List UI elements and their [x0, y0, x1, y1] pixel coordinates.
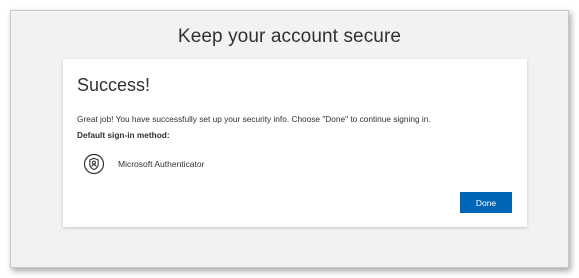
- authenticator-icon: [83, 153, 105, 175]
- success-card: Success! Great job! You have successfull…: [63, 59, 527, 227]
- page-title: Keep your account secure: [177, 26, 402, 47]
- default-method-row: Microsoft Authenticator: [83, 153, 204, 175]
- default-method-name: Microsoft Authenticator: [118, 159, 205, 169]
- success-heading: Success!: [77, 75, 151, 95]
- success-message: Great job! You have successfully set up …: [77, 114, 431, 124]
- page-frame: Keep your account secure Success! Great …: [10, 10, 569, 268]
- done-button[interactable]: Done: [460, 192, 512, 213]
- default-method-label: Default sign-in method:: [77, 130, 170, 140]
